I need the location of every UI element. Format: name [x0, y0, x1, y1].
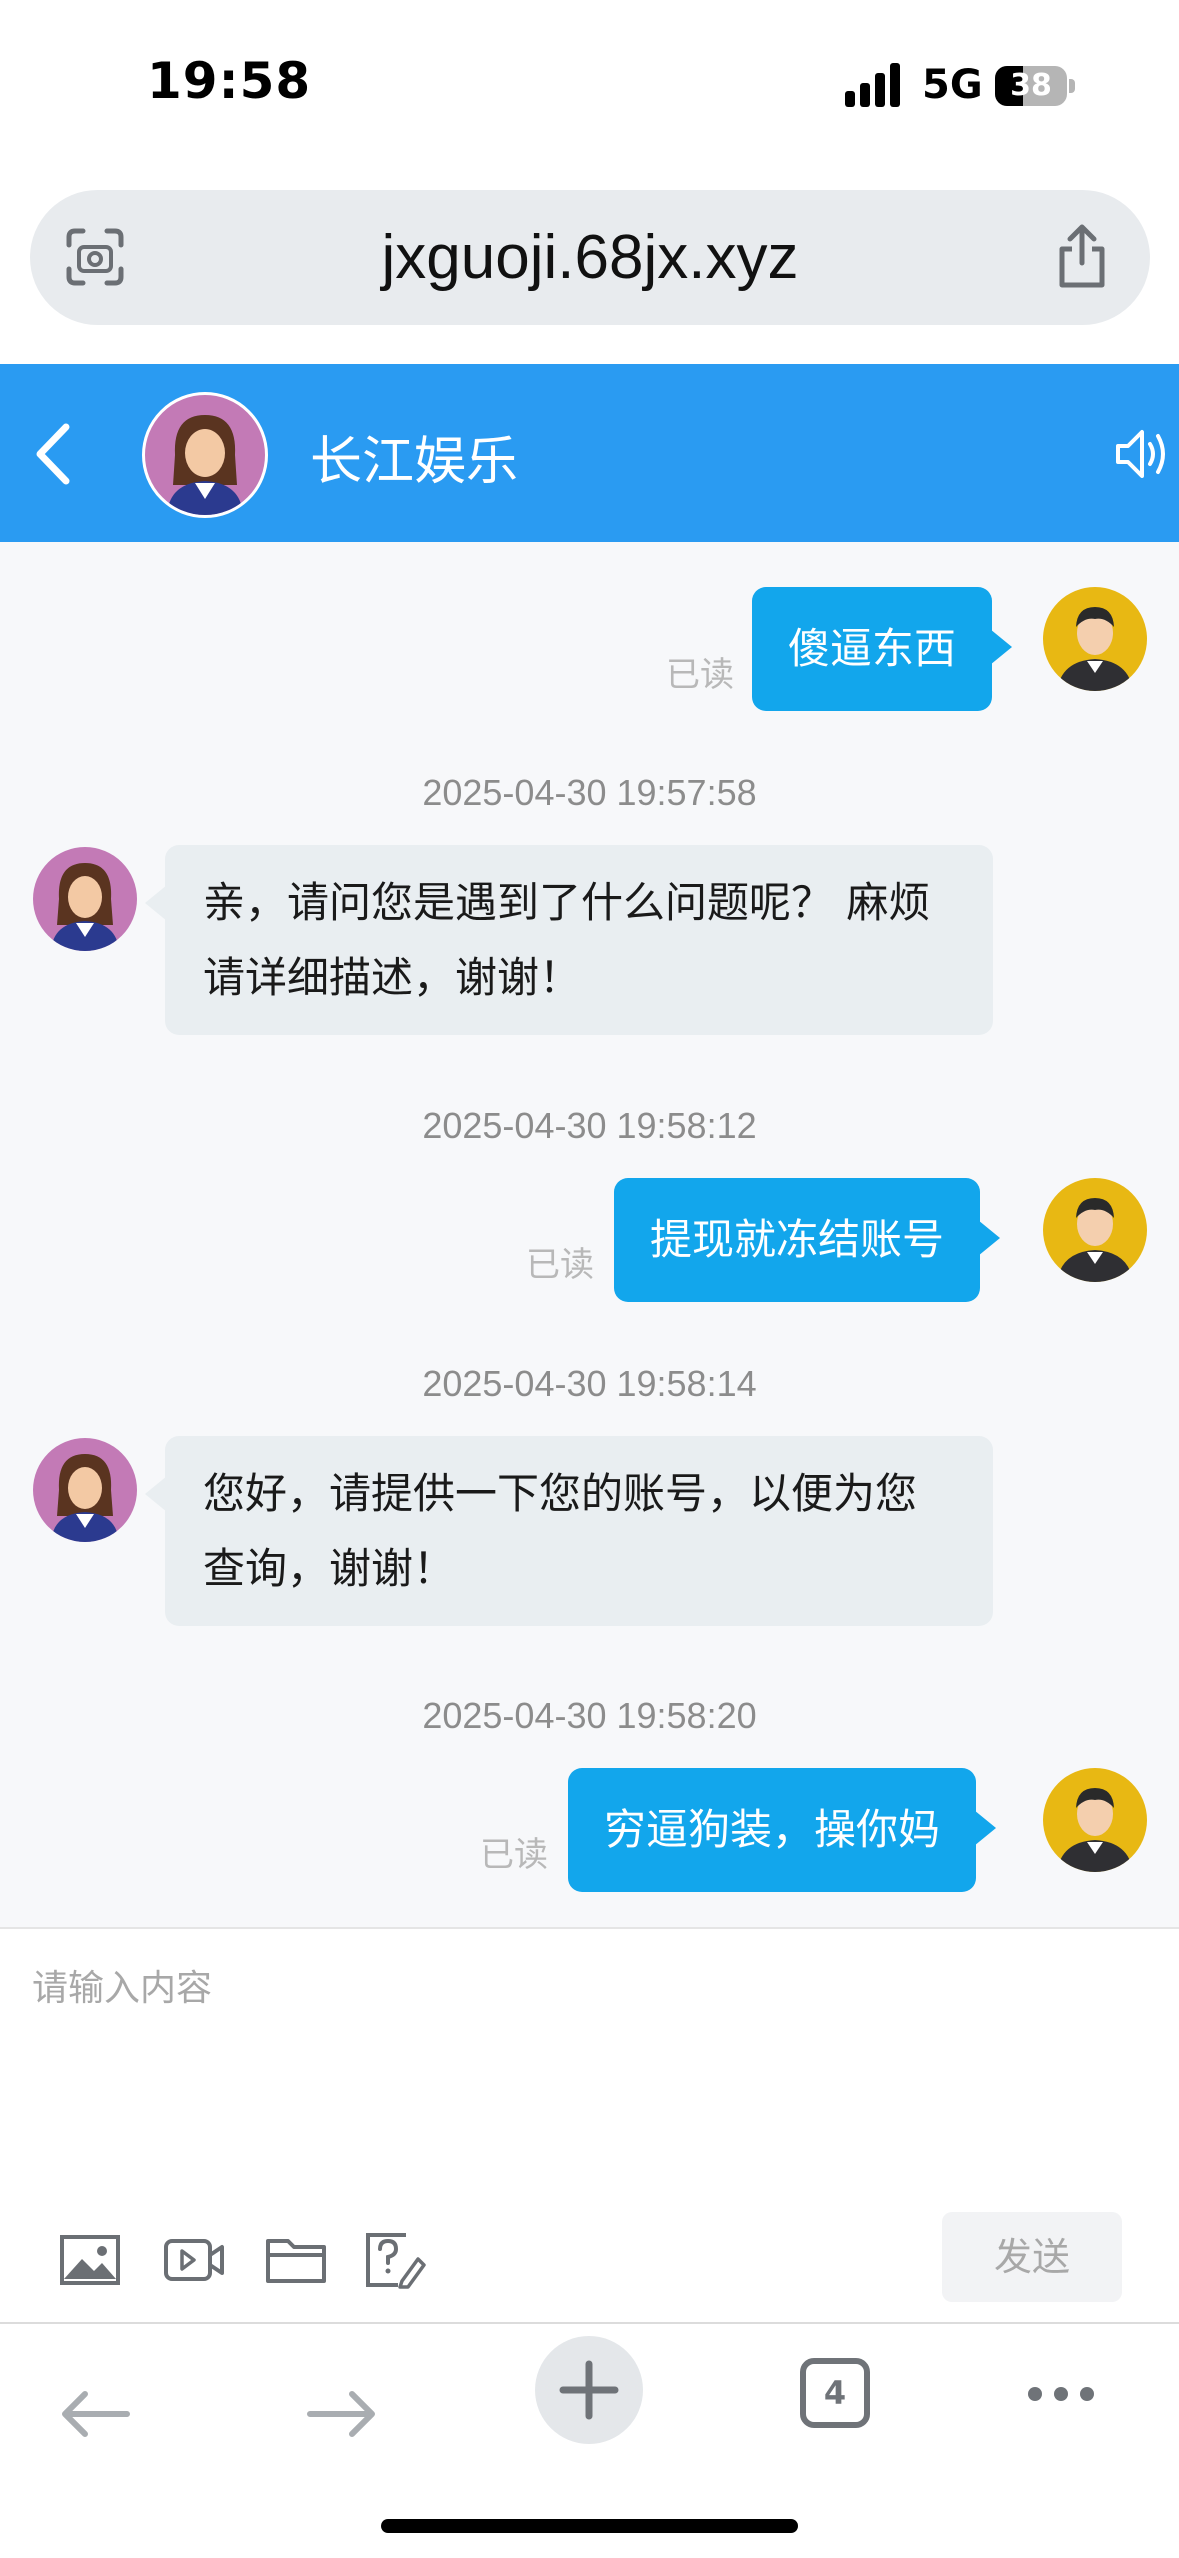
back-arrow-icon[interactable]: [30, 419, 75, 489]
battery-level: 38: [1010, 68, 1052, 103]
my-avatar: [1043, 1768, 1147, 1872]
browser-toolbar: 4: [0, 2322, 1179, 2558]
tabs-button[interactable]: 4: [800, 2358, 870, 2428]
read-label: 已读: [480, 1835, 548, 1875]
url-text[interactable]: jxguoji.68jx.xyz: [30, 190, 1150, 325]
message-input[interactable]: 请输入内容: [32, 1959, 212, 2011]
question-edit-icon[interactable]: [362, 2229, 426, 2289]
my-avatar: [1043, 1178, 1147, 1282]
plus-icon: [559, 2360, 619, 2420]
share-icon[interactable]: [1054, 223, 1110, 289]
signal-icon: [845, 62, 905, 107]
video-icon[interactable]: [162, 2229, 226, 2289]
timestamp: 2025-04-30 19:58:20: [422, 1695, 757, 1736]
status-bar: 19:58 5G 38: [0, 0, 1179, 175]
my-avatar: [1043, 587, 1147, 691]
more-icon[interactable]: [1025, 2374, 1097, 2414]
browser-back-icon[interactable]: [55, 2374, 135, 2454]
chat-header: 长江娱乐: [0, 364, 1179, 542]
message-composer[interactable]: 请输入内容 发送: [0, 1927, 1179, 2324]
agent-avatar: [33, 1438, 137, 1542]
image-icon[interactable]: [58, 2229, 122, 2289]
battery-icon: 38: [995, 66, 1077, 106]
network-label: 5G: [922, 62, 983, 108]
my-message-bubble[interactable]: 傻逼东西: [752, 587, 1013, 711]
message-list[interactable]: 已读 傻逼东西 2025-04-30 19:57:58 亲，请问您是遇到了什么问…: [0, 542, 1179, 1927]
timestamp: 2025-04-30 19:58:12: [422, 1105, 757, 1146]
timestamp: 2025-04-30 19:58:14: [422, 1363, 757, 1404]
agent-message-bubble[interactable]: 您好，请提供一下您的账号，以便为您查询，谢谢！: [145, 1436, 993, 1626]
my-message-bubble[interactable]: 提现就冻结账号: [614, 1178, 1001, 1302]
read-label: 已读: [526, 1245, 594, 1285]
agent-avatar: [142, 392, 268, 518]
agent-avatar: [33, 847, 137, 951]
status-time: 19:58: [147, 52, 312, 110]
browser-forward-icon[interactable]: [302, 2374, 382, 2454]
home-indicator: [381, 2519, 798, 2533]
my-message-bubble[interactable]: 穷逼狗装，操你妈: [568, 1768, 997, 1892]
new-tab-button[interactable]: [535, 2336, 643, 2444]
address-bar[interactable]: jxguoji.68jx.xyz: [30, 190, 1150, 325]
folder-icon[interactable]: [264, 2229, 328, 2289]
speaker-icon[interactable]: [1114, 424, 1169, 484]
read-label: 已读: [666, 655, 734, 695]
chat-title: 长江娱乐: [310, 432, 519, 492]
agent-message-bubble[interactable]: 亲，请问您是遇到了什么问题呢？ 麻烦请详细描述，谢谢！: [145, 845, 993, 1035]
send-button[interactable]: 发送: [942, 2212, 1122, 2302]
timestamp: 2025-04-30 19:57:58: [422, 772, 757, 813]
